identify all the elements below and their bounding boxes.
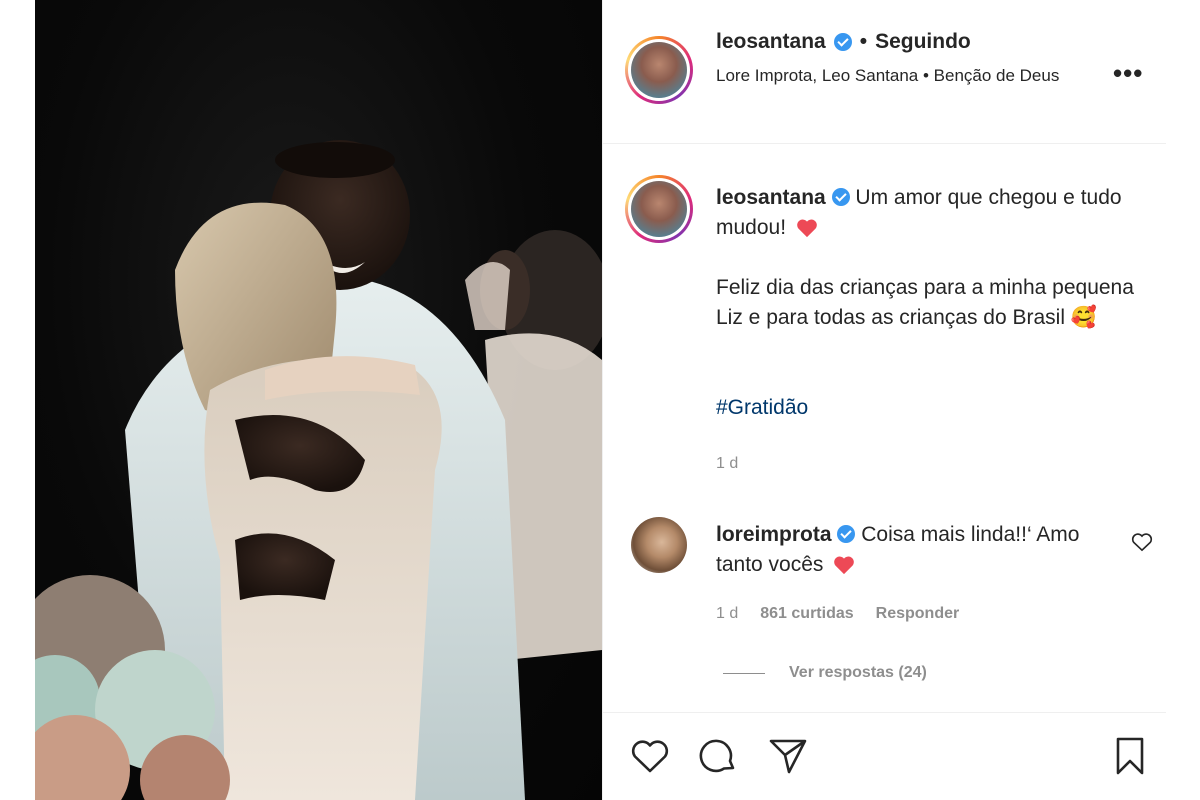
caption-username[interactable]: leosantana: [716, 186, 826, 209]
comment-like-heart-icon[interactable]: [1131, 532, 1153, 552]
red-heart-emoji: [834, 556, 855, 575]
post-caption: leosantana Um amor que chegou e tudo mud…: [716, 183, 1136, 333]
paper-plane-icon[interactable]: [767, 735, 809, 777]
caption-timestamp[interactable]: 1 d: [716, 455, 738, 473]
post-location[interactable]: Lore Improta, Leo Santana • Benção de De…: [716, 64, 1086, 88]
follow-separator: •: [859, 30, 868, 53]
post-header: leosantana • Seguindo: [716, 30, 971, 54]
actions-divider: [603, 712, 1166, 713]
verified-badge-icon: [837, 525, 856, 543]
comment-icon[interactable]: [697, 735, 739, 777]
post-sidebar: leosantana • Seguindo Lore Improta, Leo …: [602, 0, 1166, 800]
comment-timestamp[interactable]: 1 d: [716, 605, 738, 623]
verified-badge-icon: [833, 33, 852, 51]
instagram-post-view: leosantana • Seguindo Lore Improta, Leo …: [0, 0, 1200, 800]
view-replies-button[interactable]: Ver respostas (24): [723, 664, 927, 682]
heart-icon[interactable]: [629, 735, 671, 777]
comment-likes-count[interactable]: 861 curtidas: [760, 605, 853, 623]
hashtag-link[interactable]: #Gratidão: [716, 396, 808, 420]
post-action-bar: [603, 735, 1166, 785]
replies-line: [723, 672, 765, 674]
comment-text: loreimprota Coisa mais linda!!‘ Amo tant…: [716, 520, 1096, 580]
smiling-face-emoji: 🥰: [1070, 306, 1098, 329]
verified-badge-icon: [831, 188, 850, 206]
post-photo-illustration: [35, 140, 602, 800]
commenter-username[interactable]: loreimprota: [716, 523, 832, 546]
commenter-avatar[interactable]: [631, 517, 687, 573]
follow-status-button[interactable]: Seguindo: [875, 30, 971, 54]
red-heart-emoji: [797, 219, 817, 238]
more-options-icon[interactable]: •••: [1113, 58, 1143, 89]
author-username[interactable]: leosantana: [716, 30, 826, 54]
reply-button[interactable]: Responder: [876, 605, 960, 623]
bookmark-icon[interactable]: [1109, 735, 1151, 777]
comment-meta: 1 d 861 curtidas Responder: [716, 605, 959, 623]
header-divider: [603, 143, 1166, 144]
view-replies-label: Ver respostas (24): [789, 664, 927, 681]
author-avatar[interactable]: [625, 36, 693, 104]
post-media[interactable]: [35, 0, 602, 800]
caption-author-avatar[interactable]: [625, 175, 693, 243]
